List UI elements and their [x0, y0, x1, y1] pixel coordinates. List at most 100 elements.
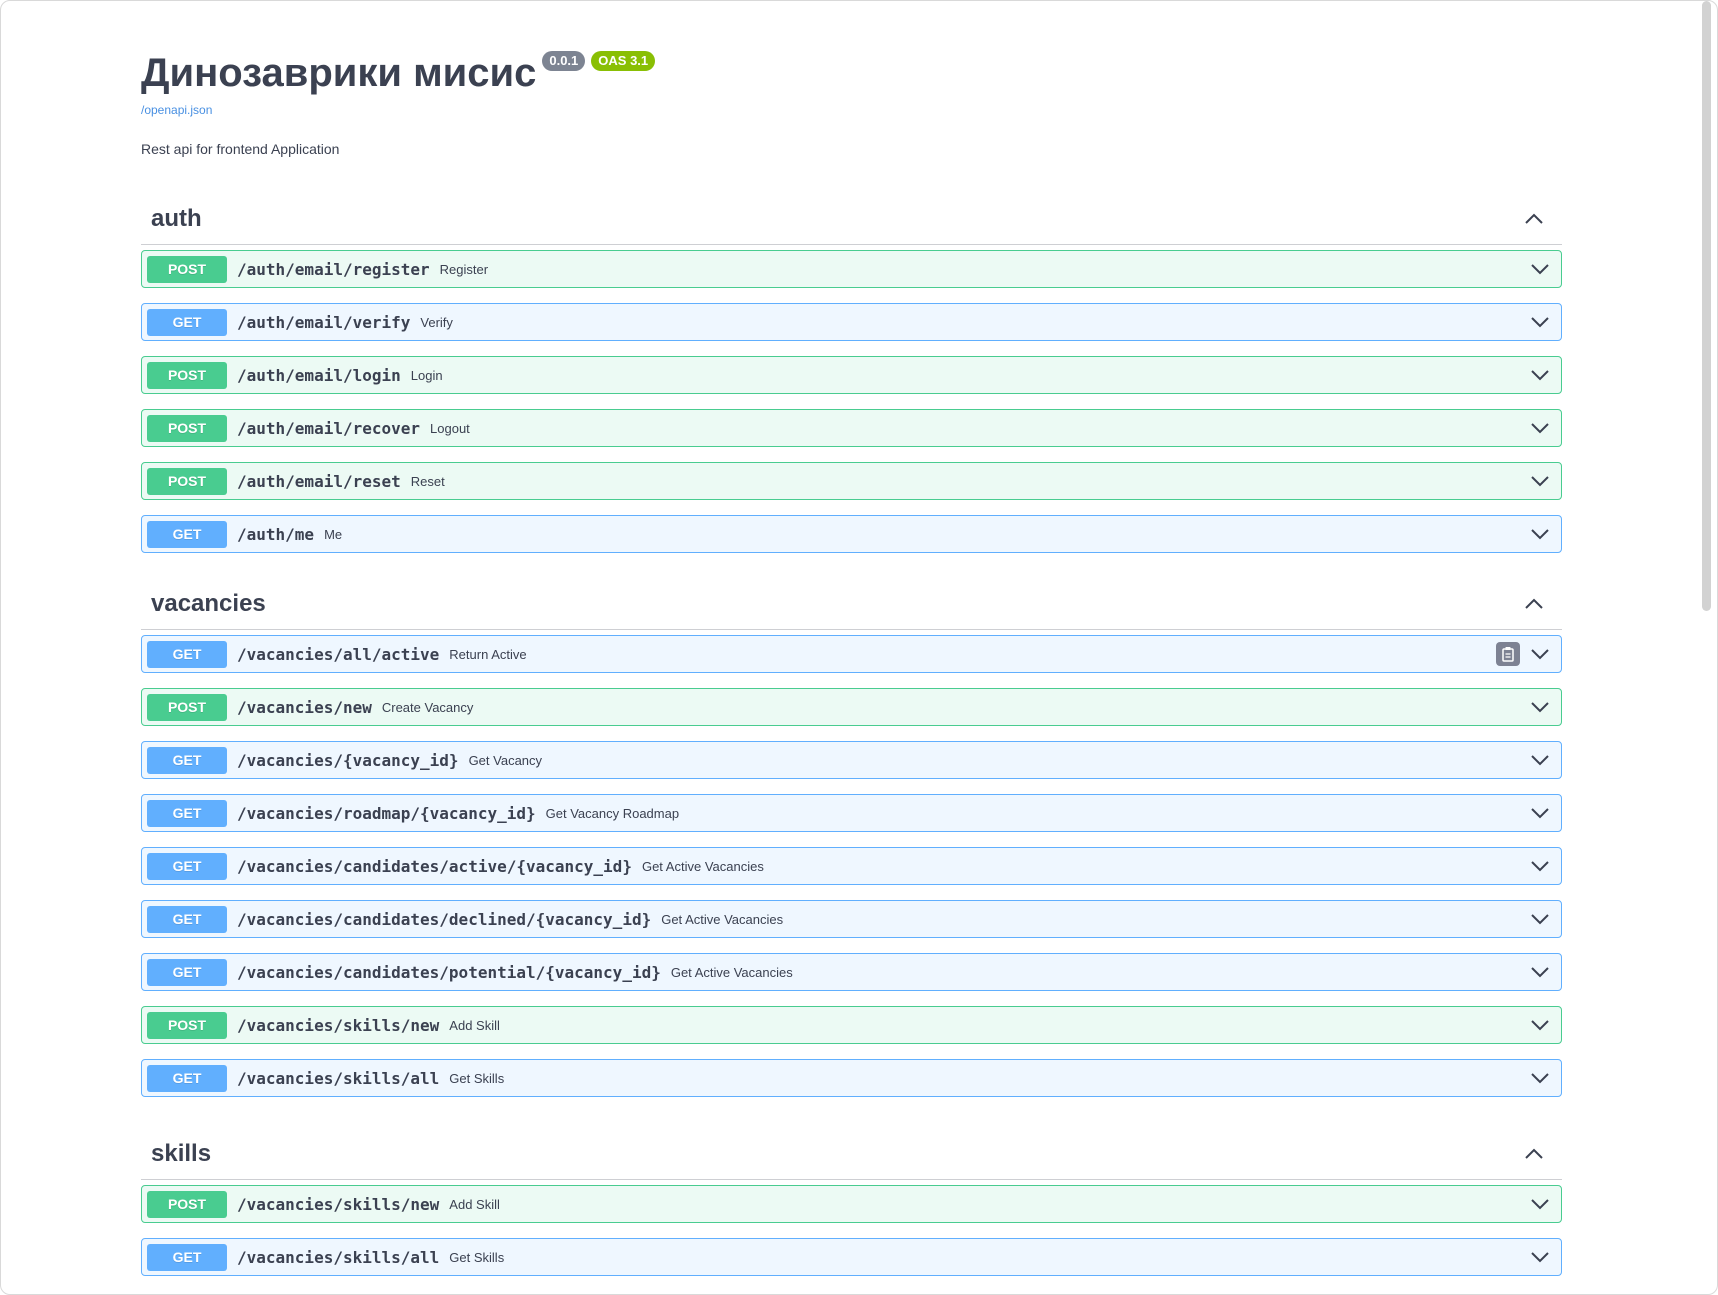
operation-path: /vacancies/skills/all — [237, 1247, 440, 1267]
operation-summary: Add Skill — [449, 1017, 500, 1033]
operation-path: /vacancies/roadmap/{vacancy_id} — [237, 803, 536, 823]
chevron-down-icon[interactable] — [1530, 750, 1550, 770]
chevron-down-icon[interactable] — [1530, 418, 1550, 438]
method-badge: GET — [147, 746, 227, 774]
operation-path: /vacancies/candidates/active/{vacancy_id… — [237, 856, 632, 876]
tag-section-vacancies: vacancies GET /vacancies/all/active Retu… — [141, 579, 1562, 1112]
chevron-down-icon[interactable] — [1530, 471, 1550, 491]
operation-controls — [1530, 697, 1556, 717]
chevron-down-icon[interactable] — [1530, 312, 1550, 332]
operation-path: /vacancies/all/active — [237, 644, 440, 664]
method-badge: GET — [147, 1064, 227, 1092]
chevron-down-icon[interactable] — [1530, 1194, 1550, 1214]
method-badge: GET — [147, 520, 227, 548]
chevron-down-icon[interactable] — [1530, 803, 1550, 823]
chevron-up-icon[interactable] — [1516, 1142, 1552, 1166]
oas-badge: OAS 3.1 — [591, 51, 656, 71]
method-badge: GET — [147, 799, 227, 827]
version-badge: 0.0.1 — [542, 51, 586, 71]
operation-summary: Reset — [410, 473, 445, 489]
chevron-down-icon[interactable] — [1530, 909, 1550, 929]
operation-summary: Get Active Vacancies — [670, 964, 793, 980]
chevron-down-icon[interactable] — [1530, 1247, 1550, 1267]
operation-controls — [1530, 1015, 1556, 1035]
chevron-down-icon[interactable] — [1530, 1015, 1550, 1035]
method-badge: GET — [147, 852, 227, 880]
chevron-down-icon[interactable] — [1530, 644, 1550, 664]
openapi-json-link[interactable]: /openapi.json — [141, 103, 1561, 117]
operation-summary: Me — [324, 526, 343, 542]
operation-row[interactable]: POST /auth/email/reset Reset — [141, 462, 1562, 500]
operation-row[interactable]: POST /vacancies/skills/new Add Skill — [141, 1185, 1562, 1223]
operation-controls — [1530, 1194, 1556, 1214]
operation-controls — [1530, 259, 1556, 279]
chevron-down-icon[interactable] — [1530, 524, 1550, 544]
operation-summary: Get Active Vacancies — [641, 858, 764, 874]
operation-controls — [1530, 962, 1556, 982]
api-info: Динозаврики мисис 0.0.1 OAS 3.1 /openapi… — [141, 45, 1561, 157]
clipboard-icon[interactable] — [1496, 642, 1520, 666]
operation-row[interactable]: POST /auth/email/register Register — [141, 250, 1562, 288]
operation-controls — [1530, 312, 1556, 332]
operation-row[interactable]: POST /auth/email/login Login — [141, 356, 1562, 394]
tag-title: auth — [151, 205, 202, 232]
operation-controls — [1530, 856, 1556, 876]
operation-path: /auth/email/verify — [237, 312, 411, 332]
operation-row[interactable]: GET /vacancies/candidates/active/{vacanc… — [141, 847, 1562, 885]
operation-row[interactable]: GET /vacancies/all/active Return Active — [141, 635, 1562, 673]
operation-row[interactable]: GET /vacancies/skills/all Get Skills — [141, 1059, 1562, 1097]
tag-header-vacancies[interactable]: vacancies — [141, 579, 1562, 630]
tag-header-skills[interactable]: skills — [141, 1129, 1562, 1180]
chevron-down-icon[interactable] — [1530, 1068, 1550, 1088]
operation-controls — [1530, 524, 1556, 544]
operation-summary: Return Active — [449, 646, 527, 662]
operation-summary: Get Vacancy — [468, 752, 543, 768]
chevron-down-icon[interactable] — [1530, 962, 1550, 982]
method-badge: POST — [147, 361, 227, 389]
operation-path: /vacancies/new — [237, 697, 372, 717]
chevron-down-icon[interactable] — [1530, 697, 1550, 717]
page-title: Динозаврики мисис — [141, 51, 537, 95]
browser-viewport: Динозаврики мисис 0.0.1 OAS 3.1 /openapi… — [0, 0, 1718, 1295]
operation-path: /auth/email/recover — [237, 418, 421, 438]
chevron-down-icon[interactable] — [1530, 365, 1550, 385]
chevron-up-icon[interactable] — [1516, 207, 1552, 231]
operation-path: /auth/email/login — [237, 365, 401, 385]
operation-row[interactable]: GET /vacancies/candidates/declined/{vaca… — [141, 900, 1562, 938]
operation-row[interactable]: GET /vacancies/candidates/potential/{vac… — [141, 953, 1562, 991]
operation-path: /vacancies/{vacancy_id} — [237, 750, 459, 770]
method-badge: POST — [147, 255, 227, 283]
operation-path: /auth/email/reset — [237, 471, 401, 491]
tag-header-auth[interactable]: auth — [141, 194, 1562, 245]
chevron-up-icon[interactable] — [1516, 592, 1552, 616]
operation-controls — [1530, 909, 1556, 929]
operation-path: /auth/me — [237, 524, 315, 544]
method-badge: GET — [147, 640, 227, 668]
chevron-down-icon[interactable] — [1530, 856, 1550, 876]
operation-row[interactable]: POST /auth/email/recover Logout — [141, 409, 1562, 447]
title-row: Динозаврики мисис 0.0.1 OAS 3.1 — [141, 45, 1561, 101]
operation-summary: Get Vacancy Roadmap — [545, 805, 680, 821]
method-badge: GET — [147, 1243, 227, 1271]
method-badge: POST — [147, 1190, 227, 1218]
vertical-scrollbar[interactable] — [1702, 1, 1711, 611]
operation-row[interactable]: GET /vacancies/skills/all Get Skills — [141, 1238, 1562, 1276]
method-badge: POST — [147, 414, 227, 442]
operation-row[interactable]: POST /vacancies/new Create Vacancy — [141, 688, 1562, 726]
operation-summary: Get Skills — [449, 1249, 505, 1265]
method-badge: POST — [147, 467, 227, 495]
operation-row[interactable]: GET /vacancies/roadmap/{vacancy_id} Get … — [141, 794, 1562, 832]
operation-row[interactable]: GET /vacancies/{vacancy_id} Get Vacancy — [141, 741, 1562, 779]
operation-row[interactable]: GET /auth/me Me — [141, 515, 1562, 553]
operation-summary: Get Active Vacancies — [661, 911, 784, 927]
operation-summary: Register — [439, 261, 489, 277]
operation-summary: Create Vacancy — [381, 699, 474, 715]
operation-row[interactable]: POST /vacancies/skills/new Add Skill — [141, 1006, 1562, 1044]
operation-controls — [1496, 642, 1556, 666]
operation-path: /vacancies/candidates/declined/{vacancy_… — [237, 909, 652, 929]
chevron-down-icon[interactable] — [1530, 259, 1550, 279]
method-badge: GET — [147, 905, 227, 933]
method-badge: GET — [147, 958, 227, 986]
operation-summary: Verify — [420, 314, 453, 330]
operation-row[interactable]: GET /auth/email/verify Verify — [141, 303, 1562, 341]
